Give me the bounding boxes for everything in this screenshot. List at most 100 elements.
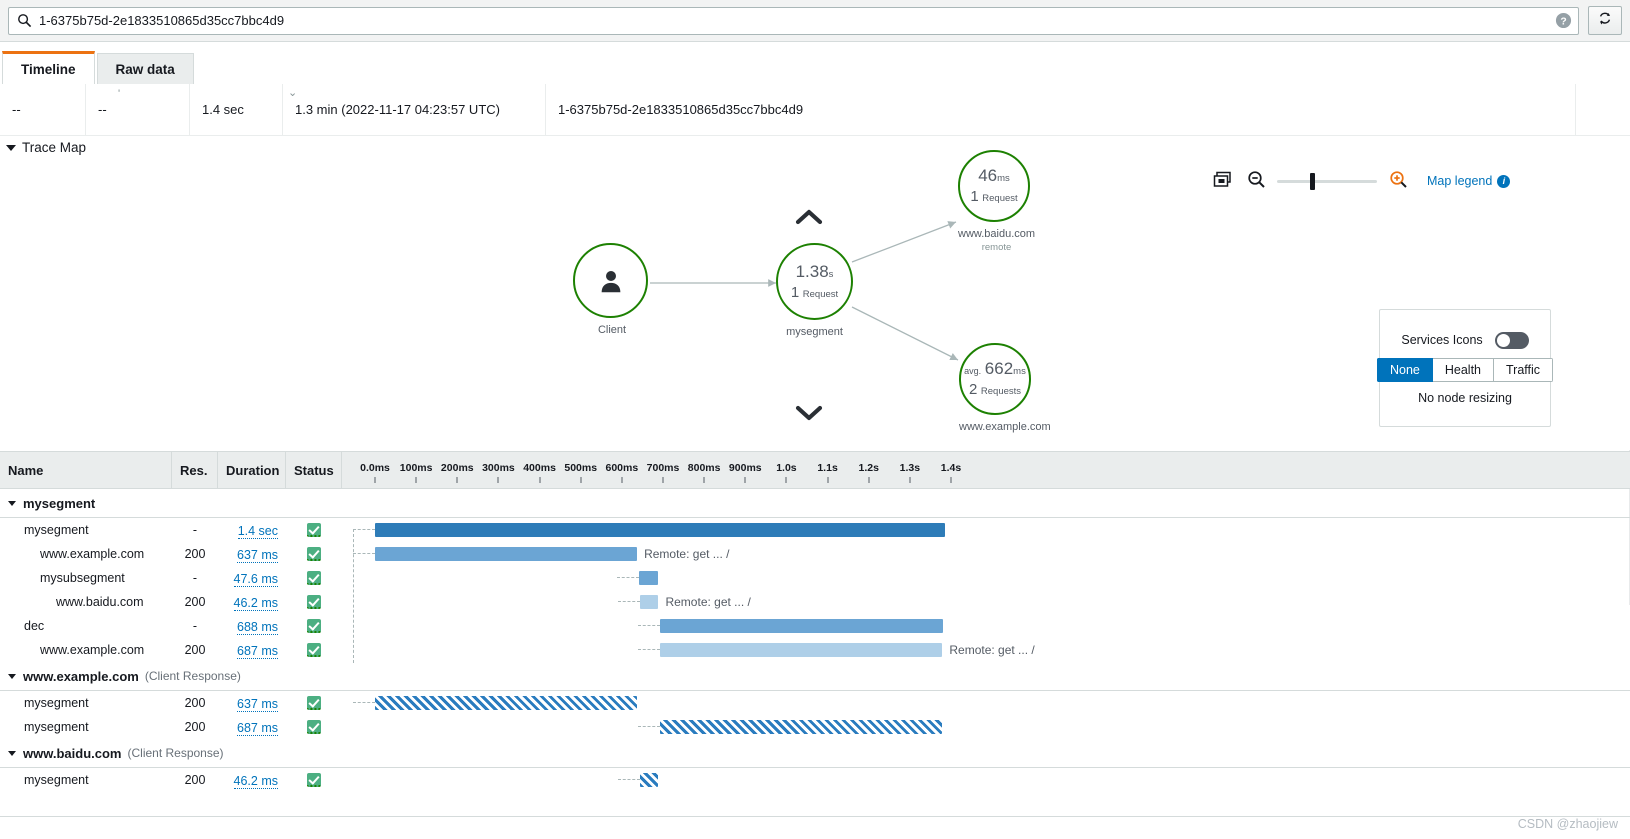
timeline-bar[interactable] <box>375 523 945 537</box>
zoom-slider-handle[interactable] <box>1310 173 1315 190</box>
axis-tick: 900ms <box>729 462 778 483</box>
timeline-bar[interactable] <box>659 643 943 657</box>
row-timeline-cell: Remote: get ... / <box>342 638 1630 662</box>
trace-node-baidu[interactable]: 46ms 1 Request www.baidu.com remote <box>958 150 1035 253</box>
column-header-status[interactable]: Status <box>286 451 342 489</box>
row-duration-value[interactable]: 46.2 ms <box>233 595 278 611</box>
segment-option-health[interactable]: Health <box>1432 357 1494 382</box>
axis-tick-label: 500ms <box>564 462 598 474</box>
axis-tick-label: 600ms <box>605 462 639 474</box>
example-node-circle[interactable]: avg. 662ms 2 Requests <box>959 343 1031 415</box>
row-duration-value[interactable]: 46.2 ms <box>233 773 278 789</box>
timeline-bar[interactable] <box>375 547 638 561</box>
chevron-down-icon[interactable] <box>795 404 823 425</box>
mysegment-requests: 1 Request <box>790 283 838 301</box>
axis-tick-mark <box>827 477 829 483</box>
tab-timeline[interactable]: Timeline <box>2 51 95 84</box>
table-row[interactable]: www.example.com 200 637 ms Remote: get ... … <box>0 542 1630 566</box>
timeline-group-header[interactable]: www.baidu.com (Client Response) <box>0 739 1630 768</box>
trace-map-section-header[interactable]: Trace Map <box>6 140 86 155</box>
row-connector <box>353 553 375 554</box>
baidu-node-circle[interactable]: 46ms 1 Request <box>958 150 1030 222</box>
refresh-button[interactable] <box>1588 6 1622 35</box>
row-duration: 1.4 sec <box>218 523 286 539</box>
example-requests-value: 2 <box>968 381 978 399</box>
row-duration-value[interactable]: 637 ms <box>237 696 278 712</box>
axis-tick-mark <box>785 477 787 483</box>
zoom-out-button[interactable] <box>1239 168 1273 194</box>
axis-tick-label: 200ms <box>440 462 474 474</box>
table-row[interactable]: mysubsegment - 47.6 ms <box>0 566 1630 590</box>
footer-divider <box>0 816 1630 817</box>
mysegment-node-circle[interactable]: 1.38s 1 Request <box>776 243 853 320</box>
trace-node-mysegment[interactable]: 1.38s 1 Request mysegment <box>776 243 853 338</box>
timeline-bar[interactable] <box>638 571 659 585</box>
row-status <box>286 595 342 609</box>
status-ok-icon <box>307 571 321 585</box>
axis-tick-label: 900ms <box>728 462 762 474</box>
status-ok-icon <box>307 643 321 657</box>
timeline-bar[interactable] <box>639 773 659 787</box>
row-timeline-cell <box>342 566 1630 590</box>
timeline-group-header[interactable]: mysegment <box>0 489 1630 518</box>
row-duration: 637 ms <box>218 547 286 563</box>
map-legend-link[interactable]: Map legend i <box>1427 174 1511 188</box>
axis-tick-label: 1.3s <box>899 462 921 474</box>
column-header-res[interactable]: Res. <box>172 451 218 489</box>
timeline-bar[interactable] <box>659 619 943 633</box>
table-row[interactable]: dec - 688 ms <box>0 614 1630 638</box>
table-row[interactable]: mysegment 200 687 ms <box>0 715 1630 739</box>
info-icon[interactable]: i <box>1497 174 1511 188</box>
timeline-bar-label: Remote: get ... / <box>949 643 1035 657</box>
mysegment-requests-value: 1 <box>790 283 800 301</box>
services-icons-toggle[interactable] <box>1494 331 1529 349</box>
timeline-group-header[interactable]: www.example.com (Client Response) <box>0 662 1630 691</box>
caret-down-icon <box>6 144 16 151</box>
row-duration-value[interactable]: 687 ms <box>237 720 278 736</box>
tab-raw-data[interactable]: Raw data <box>96 53 194 84</box>
row-response-code: 200 <box>184 773 206 787</box>
column-header-duration[interactable]: Duration <box>218 451 286 489</box>
table-row[interactable]: mysegment - 1.4 sec <box>0 518 1630 663</box>
row-duration-value[interactable]: 687 ms <box>237 643 278 659</box>
row-name: www.example.com <box>40 547 145 561</box>
services-icons-label: Services Icons <box>1401 333 1483 347</box>
timeline-bar[interactable] <box>375 696 638 710</box>
table-row[interactable]: mysegment 200 637 ms <box>0 691 1630 715</box>
search-input[interactable]: 1-6375b75d-2e1833510865d35cc7bbc4d9 ? <box>8 6 1579 35</box>
fit-to-window-button[interactable] <box>1205 168 1239 194</box>
timeline-bar[interactable] <box>639 595 659 609</box>
axis-tick-label: 700ms <box>646 462 680 474</box>
example-latency-prefix: avg. <box>964 366 982 377</box>
axis-tick: 1.4s <box>941 462 971 483</box>
axis-tick-mark <box>744 477 746 483</box>
row-duration-value[interactable]: 688 ms <box>237 619 278 635</box>
zoom-slider[interactable] <box>1277 168 1377 194</box>
timeline-bar[interactable] <box>659 720 943 734</box>
table-row[interactable]: www.example.com 200 687 ms Remote: get ... … <box>0 638 1630 662</box>
group-subtitle: (Client Response) <box>144 669 241 683</box>
trace-node-client[interactable]: Client <box>573 243 651 336</box>
column-header-name[interactable]: Name <box>0 451 172 489</box>
segment-option-traffic[interactable]: Traffic <box>1494 357 1554 382</box>
row-response-code: 200 <box>184 696 206 710</box>
client-node-circle[interactable] <box>573 243 648 318</box>
row-response-code: - <box>192 619 198 633</box>
axis-tick: 1.1s <box>817 462 848 483</box>
row-connector <box>616 577 639 578</box>
services-icons-toggle-row: Services Icons <box>1401 331 1529 349</box>
question-circle-icon[interactable]: ? <box>1555 12 1572 29</box>
chevron-up-icon[interactable] <box>795 208 823 229</box>
table-row[interactable]: www.baidu.com 200 46.2 ms Remote: get ... / <box>0 590 1630 614</box>
row-timeline-cell: Remote: get ... / <box>342 590 1630 614</box>
segment-option-none[interactable]: None <box>1376 357 1433 382</box>
row-duration-value[interactable]: 47.6 ms <box>233 571 278 587</box>
axis-tick-mark <box>950 477 952 483</box>
row-duration-value[interactable]: 1.4 sec <box>237 523 278 539</box>
row-timeline-cell <box>342 715 1630 739</box>
zoom-in-button[interactable] <box>1381 168 1415 194</box>
row-duration-value[interactable]: 637 ms <box>237 547 278 563</box>
row-response-code: 200 <box>184 720 206 734</box>
trace-node-example[interactable]: avg. 662ms 2 Requests www.example.com <box>959 343 1051 433</box>
table-row[interactable]: mysegment 200 46.2 ms <box>0 768 1630 792</box>
